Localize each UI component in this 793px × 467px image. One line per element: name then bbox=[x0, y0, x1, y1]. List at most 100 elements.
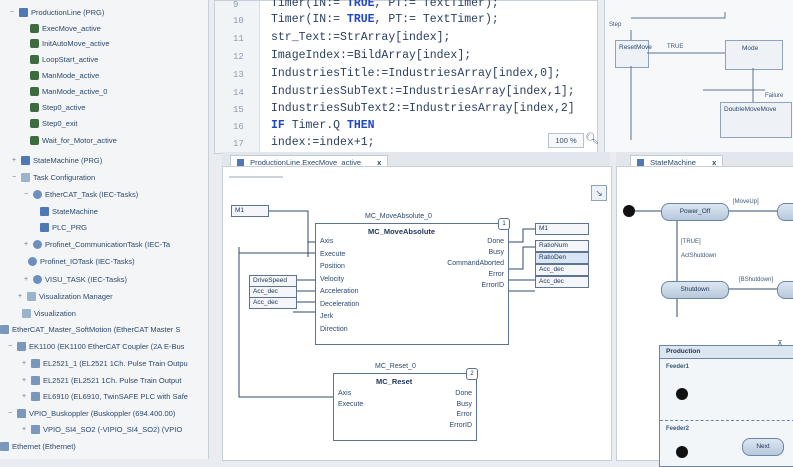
expand-icon[interactable]: + bbox=[20, 360, 28, 367]
fb-output-pin[interactable]: Done bbox=[455, 390, 472, 397]
code-line[interactable]: Timer(IN:= TRUE, PT:= TextTimer); bbox=[271, 0, 499, 10]
tree-item[interactable]: + EL2521 (EL2521 1Ch. Pulse Train Output bbox=[20, 373, 181, 387]
state-partial[interactable] bbox=[777, 203, 793, 221]
fb-output-pin[interactable]: ErrorID bbox=[449, 422, 472, 429]
expand-icon[interactable]: + bbox=[20, 377, 28, 384]
expand-icon[interactable]: + bbox=[22, 276, 30, 283]
action-icon bbox=[30, 70, 39, 80]
tree-item[interactable]: Step0_exit bbox=[30, 116, 77, 130]
expand-icon[interactable]: + bbox=[20, 393, 28, 400]
expand-icon[interactable]: + bbox=[16, 293, 24, 300]
tree-item[interactable]: EtherCAT_Master_SoftMotion (EtherCAT Mas… bbox=[0, 322, 180, 336]
fb-mc-reset[interactable]: MC_Reset 2 Axis Execute Done Busy Error Erro… bbox=[333, 368, 478, 441]
state-machine-editor[interactable]: Power_Off Shutdown [MoveUp] [TRUE] ActSh… bbox=[616, 166, 793, 467]
var-acc-dec-2[interactable]: Acc_dec bbox=[249, 297, 297, 309]
device-icon bbox=[31, 358, 40, 368]
state-shutdown[interactable]: Shutdown bbox=[661, 281, 729, 299]
transition-bshutdown: [BShutdown] bbox=[739, 277, 774, 283]
var-m1-left[interactable]: M1 bbox=[231, 205, 269, 217]
tree-item[interactable]: + EL6910 (EL6910, TwinSAFE PLC with Safe bbox=[20, 389, 188, 403]
fb-output-pin[interactable]: ErrorID bbox=[481, 282, 504, 289]
tree-item-label: StateMachine (PRG) bbox=[33, 155, 103, 165]
expand-icon[interactable]: + bbox=[20, 426, 28, 433]
expand-icon[interactable]: + bbox=[10, 157, 18, 164]
tree-item[interactable]: LoopStart_active bbox=[30, 52, 98, 66]
fb-output-pin[interactable]: Busy bbox=[456, 401, 472, 408]
tree-item[interactable]: ExecMove_active bbox=[30, 21, 101, 35]
fb-mc-moveabsolute[interactable]: MC_MoveAbsolute 1 Axis Execute Position Vel… bbox=[315, 218, 510, 345]
code-line[interactable]: index:=index+1; bbox=[271, 136, 375, 149]
code-line[interactable]: IF Timer.Q THEN bbox=[271, 119, 375, 132]
fb-input-pin[interactable]: Axis bbox=[338, 390, 351, 397]
feeder2-initial-icon bbox=[676, 446, 688, 458]
collapse-icon[interactable]: − bbox=[6, 343, 14, 350]
tree-item[interactable]: − VPIO_Buskoppler (Buskoppler (694.400.00… bbox=[6, 406, 175, 420]
fb-output-pin[interactable]: CommandAborted bbox=[447, 260, 504, 267]
fbd-editor[interactable]: M1 DriveSpeed Acc_dec Acc_dec M1 RatioNu… bbox=[222, 166, 612, 461]
scroll-handle-icon[interactable]: ↘ bbox=[591, 185, 607, 201]
tree-item[interactable]: PLC_PRG bbox=[40, 220, 87, 234]
fb-output-pin[interactable]: Error bbox=[488, 271, 504, 278]
tree-item[interactable]: + VPIO_SI4_SO2 (-VIPIO_SI4_SO2) (VPIO bbox=[20, 422, 182, 436]
var-rationum[interactable]: RatioNum bbox=[535, 240, 589, 252]
var-ratioden[interactable]: RatioDen bbox=[535, 252, 589, 264]
fb-input-pin[interactable]: Direction bbox=[320, 326, 348, 333]
fb-output-pin[interactable]: Done bbox=[487, 238, 504, 245]
var-acc-dec-3[interactable]: Acc_dec bbox=[535, 264, 589, 276]
fb-index-badge: 1 bbox=[498, 218, 510, 230]
collapse-icon[interactable]: − bbox=[22, 191, 30, 198]
collapse-icon[interactable]: ⊼ bbox=[777, 339, 783, 348]
tree-item[interactable]: Step0_active bbox=[30, 100, 85, 114]
task-icon bbox=[28, 256, 37, 266]
tree-item[interactable]: Wait_for_Motor_active bbox=[30, 133, 117, 147]
tree-item[interactable]: − EK1100 (EK1100 EtherCAT Coupler (2A E-B… bbox=[6, 339, 184, 353]
collapse-icon[interactable]: − bbox=[10, 174, 18, 181]
fb-input-pin[interactable]: Velocity bbox=[320, 276, 344, 283]
tree-item[interactable]: Visualization bbox=[22, 306, 76, 320]
collapse-icon[interactable]: − bbox=[6, 410, 14, 417]
tree-item[interactable]: ManMode_active bbox=[30, 68, 99, 82]
code-line[interactable]: IndustriesTitle:=IndustriesArray[index,0… bbox=[271, 67, 561, 80]
code-line[interactable]: str_Text:=StrArray[index]; bbox=[271, 31, 450, 44]
tree-item[interactable]: StateMachine bbox=[40, 204, 98, 218]
fb-input-pin[interactable]: Deceleration bbox=[320, 301, 359, 308]
fb-input-pin[interactable]: Position bbox=[320, 263, 345, 270]
fb-output-pin[interactable]: Error bbox=[456, 411, 472, 418]
code-line[interactable]: Timer(IN:= TRUE, PT:= TextTimer); bbox=[271, 13, 499, 26]
code-editor[interactable]: Timer(IN:= TRUE, PT:= TextTimer); Timer(I… bbox=[214, 0, 599, 154]
tree-item[interactable]: − EtherCAT_Task (IEC-Tasks) bbox=[22, 187, 138, 201]
tree-item[interactable]: InitAutoMove_active bbox=[30, 36, 110, 50]
fb-output-pin[interactable]: Busy bbox=[488, 249, 504, 256]
expand-icon[interactable]: + bbox=[22, 241, 30, 248]
fb-input-pin[interactable]: Execute bbox=[320, 251, 345, 258]
device-icon bbox=[17, 408, 26, 418]
tree-item[interactable]: + Visualization Manager bbox=[16, 289, 113, 303]
fb-input-pin[interactable]: Execute bbox=[338, 401, 363, 408]
tree-item[interactable]: − Task Configuration bbox=[10, 170, 95, 184]
state-power-off[interactable]: Power_Off bbox=[661, 203, 729, 221]
tree-item-label: LoopStart_active bbox=[42, 54, 99, 64]
var-m1-right[interactable]: M1 bbox=[535, 223, 589, 235]
collapse-icon[interactable]: − bbox=[8, 9, 16, 16]
tree-item[interactable]: + StateMachine (PRG) bbox=[10, 153, 102, 167]
tree-item[interactable]: − ProductionLine (PRG) bbox=[8, 5, 104, 19]
tree-item[interactable]: Ethernet (Ethernet) bbox=[0, 439, 76, 453]
code-line[interactable]: IndustriesSubText:=IndustriesArray[index… bbox=[271, 85, 575, 98]
fb-input-pin[interactable]: Axis bbox=[320, 238, 333, 245]
tree-item[interactable]: + EL2521_1 (EL2521 1Ch. Pulse Train Outpu bbox=[20, 356, 188, 370]
state-next[interactable]: Next bbox=[742, 438, 784, 456]
tree-item[interactable]: + VISU_TASK (IEC-Tasks) bbox=[22, 272, 127, 286]
tree-item[interactable]: + Profinet_CommunicationTask (IEC-Ta bbox=[22, 237, 170, 251]
tree-item[interactable]: ManMode_active_0 bbox=[30, 84, 107, 98]
zoom-level[interactable]: 100 % bbox=[548, 133, 584, 148]
code-line[interactable]: IndustriesSubText2:=IndustriesArray[inde… bbox=[271, 102, 575, 115]
fb-input-pin[interactable]: Jerk bbox=[320, 313, 333, 320]
production-composite-state[interactable]: Production Feeder1 Feeder2 Next bbox=[659, 345, 793, 467]
zoom-icon[interactable]: 🔍︎ bbox=[585, 132, 599, 145]
tree-item[interactable]: Profinet_IOTask (IEC-Tasks) bbox=[28, 254, 135, 268]
code-line[interactable]: ImageIndex:=BildArray[index]; bbox=[271, 49, 471, 62]
state-partial-2[interactable] bbox=[777, 281, 793, 299]
fb-input-pin[interactable]: Acceleration bbox=[320, 288, 359, 295]
var-acc-dec-4[interactable]: Acc_dec bbox=[535, 276, 589, 288]
device-icon bbox=[17, 341, 26, 351]
